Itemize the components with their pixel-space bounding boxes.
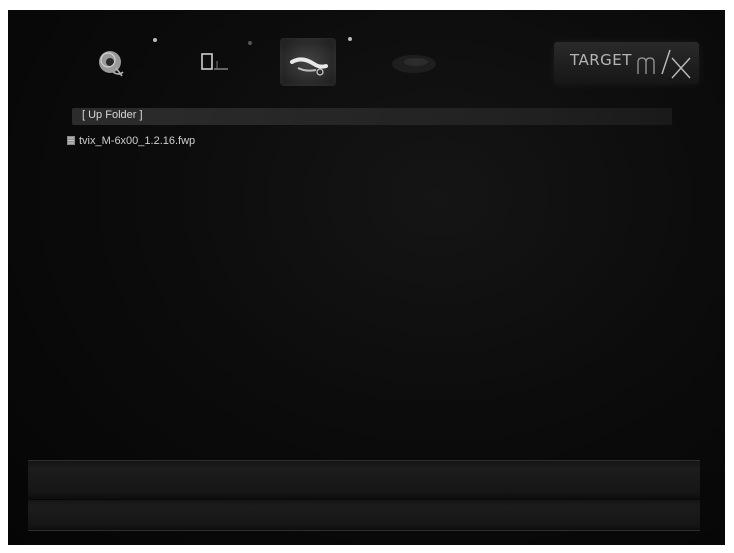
movie-icon	[392, 55, 436, 73]
file-name: tvix_M-6x00_1.2.16.fwp	[79, 134, 196, 147]
nav-music-indicator	[153, 38, 157, 42]
nav-setup[interactable]	[280, 38, 336, 86]
photo-frame-icon	[201, 53, 228, 70]
setup-tools-icon	[290, 57, 328, 76]
nav-setup-indicator	[348, 37, 352, 41]
info-panel-lower	[28, 500, 700, 531]
brand-logo: TARGET	[554, 42, 699, 84]
nav-photo-indicator	[248, 41, 252, 45]
brand-text: TARGET	[570, 51, 632, 69]
mix-logo-icon	[637, 49, 691, 79]
info-panel-upper	[28, 460, 700, 499]
nav-photo[interactable]	[184, 38, 240, 86]
nav-movie[interactable]	[380, 38, 444, 86]
selected-row-highlight	[72, 108, 672, 125]
file-list-item[interactable]: tvix_M-6x00_1.2.16.fwp	[66, 133, 195, 148]
nav-music[interactable]	[82, 38, 138, 86]
up-folder-item[interactable]: [ Up Folder ]	[82, 109, 143, 121]
media-player-screen: TARGET [ Up Folder ] tvix_M-6x00_1.2.16.…	[8, 10, 725, 545]
firmware-file-icon	[67, 136, 75, 145]
disc-music-icon	[99, 51, 124, 77]
